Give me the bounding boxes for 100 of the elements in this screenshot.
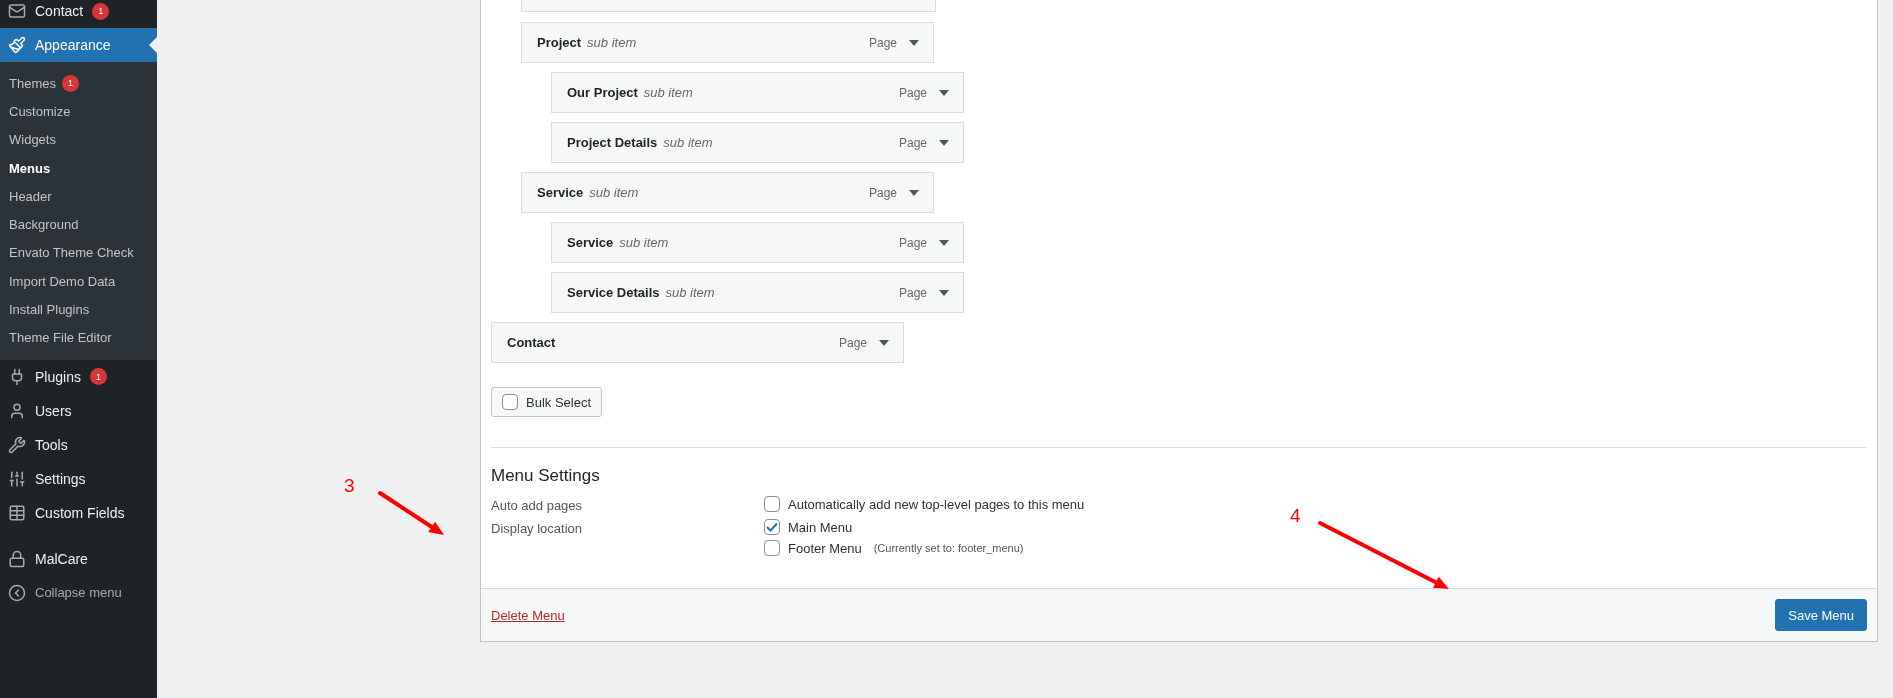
menu-item[interactable]: Our Project sub item Page [551,72,964,113]
menu-item-note: sub item [619,235,669,250]
caret-icon[interactable] [879,339,889,346]
submenu-item[interactable]: Customize [0,97,157,126]
checkbox[interactable] [502,394,518,410]
menu-item-note: sub item [589,185,639,200]
checkmark-icon [766,522,778,532]
menu-item[interactable]: Service sub item Page [551,222,964,263]
menu-item-title: Project [537,35,582,50]
menu-item-title: Contact [507,335,556,350]
step-number: 3 [344,475,355,497]
sidebar-item[interactable]: Custom Fields [0,495,157,530]
submenu-item[interactable]: Themes 1 [0,69,157,98]
menu-item-type: Page [838,335,867,350]
menu-item-note: sub item [643,85,693,100]
sidebar-item-label: Contact [35,3,84,19]
menu-item-note: sub item [665,285,715,300]
sidebar-item[interactable]: Contact 1 [0,0,157,28]
submenu-item-label: Envato Theme Check [9,245,134,261]
sidebar-item[interactable]: Collapse menu [0,575,157,610]
lock-icon [8,549,26,568]
sidebar-item[interactable]: Plugins 1 [0,359,157,394]
option-label: Footer Menu [788,540,862,556]
checkbox[interactable] [764,496,780,512]
submenu-item[interactable]: Install Plugins [0,295,157,324]
sidebar-item[interactable]: Tools [0,427,157,462]
menu-item[interactable]: Project Details sub item Page [551,122,964,163]
wrench-icon [8,435,26,454]
sidebar-item[interactable]: MalCare [0,541,157,576]
sidebar-item-label: Plugins [35,368,81,385]
count-badge: 1 [92,2,110,20]
step-number: 4 [1290,505,1301,527]
menu-item-title: Project Details [567,135,658,150]
arrow-annotation [378,491,444,535]
option-label: Automatically add new top-level pages to this menu [788,496,1085,512]
submenu-item[interactable]: Theme File Editor [0,323,157,352]
submenu-item[interactable]: Import Demo Data [0,267,157,296]
save-menu-button[interactable]: Save Menu [1775,599,1867,631]
menu-item[interactable]: Contact Page [491,322,904,363]
submenu-item-label: Widgets [9,132,56,148]
menu-item-type: Page [898,135,927,150]
sidebar-item-label: Users [35,402,72,419]
sidebar-item-label: Tools [35,436,68,453]
menu-item-type: Page [868,35,897,50]
sidebar-item-label: MalCare [35,550,88,567]
caret-icon[interactable] [939,289,949,296]
submenu-item-label: Themes [9,75,56,91]
sidebar-item[interactable]: Settings [0,461,157,496]
bulk-select-button[interactable]: Bulk Select [491,387,603,417]
setting-label: Display location [491,520,584,538]
caret-icon[interactable] [939,239,949,246]
menu-item-note: sub item [587,35,637,50]
menu-item-note: sub item [663,135,713,150]
menu-item-type: Page [898,85,927,100]
menu-item-title: Service [567,235,614,250]
sidebar-item-label: Settings [35,470,86,487]
submenu-item-label: Header [9,188,52,204]
sliders-icon [8,469,26,488]
submenu-item[interactable]: Menus [0,153,157,183]
menu-item-type: Page [898,235,927,250]
submenu-item-label: Theme File Editor [9,330,112,346]
paintbrush-icon [8,36,26,54]
menu-item-title: Service Details [567,285,660,300]
delete-menu-link[interactable]: Delete Menu [491,607,565,623]
section-heading: Menu Settings [491,466,601,486]
checkbox[interactable] [764,540,780,556]
submenu-item[interactable]: Header [0,182,157,211]
menu-item[interactable]: Service Details sub item Page [551,272,964,313]
checkbox[interactable] [764,519,780,535]
user-icon [8,401,26,420]
setting-label: Auto add pages [491,497,584,513]
submenu-item[interactable]: Background [0,210,157,239]
count-badge: 1 [89,368,107,386]
menu-item-title: Service [537,185,584,200]
caret-icon[interactable] [909,39,919,46]
option-label: Main Menu [788,519,853,535]
menu-item[interactable]: Project sub item Page [521,22,934,63]
submenu-item[interactable]: Widgets [0,125,157,154]
sidebar-item[interactable]: Appearance [0,28,157,62]
submenu-item-label: Customize [9,103,71,119]
sidebar-item-label: Custom Fields [35,504,125,521]
menu-item-type: Page [898,285,927,300]
submenu-item-label: Import Demo Data [9,273,116,289]
submenu-item-label: Menus [9,160,51,176]
option-note: (Currently set to: footer_menu) [873,542,1024,554]
collapse-icon [8,583,26,602]
caret-icon[interactable] [939,139,949,146]
submenu-item-label: Background [9,217,79,233]
envelope-icon [8,2,26,20]
caret-icon[interactable] [909,189,919,196]
table-icon [8,503,26,522]
sidebar-item[interactable]: Users [0,393,157,428]
menu-item-title: Our Project [567,85,638,100]
sidebar-item-label: Collapse menu [35,585,122,601]
count-badge: 1 [61,74,79,92]
menu-item[interactable]: Service sub item Page [521,172,934,213]
sidebar-item-label: Appearance [35,37,111,53]
caret-icon[interactable] [939,89,949,96]
submenu-item[interactable]: Envato Theme Check [0,238,157,268]
submenu-item-label: Install Plugins [9,302,90,317]
